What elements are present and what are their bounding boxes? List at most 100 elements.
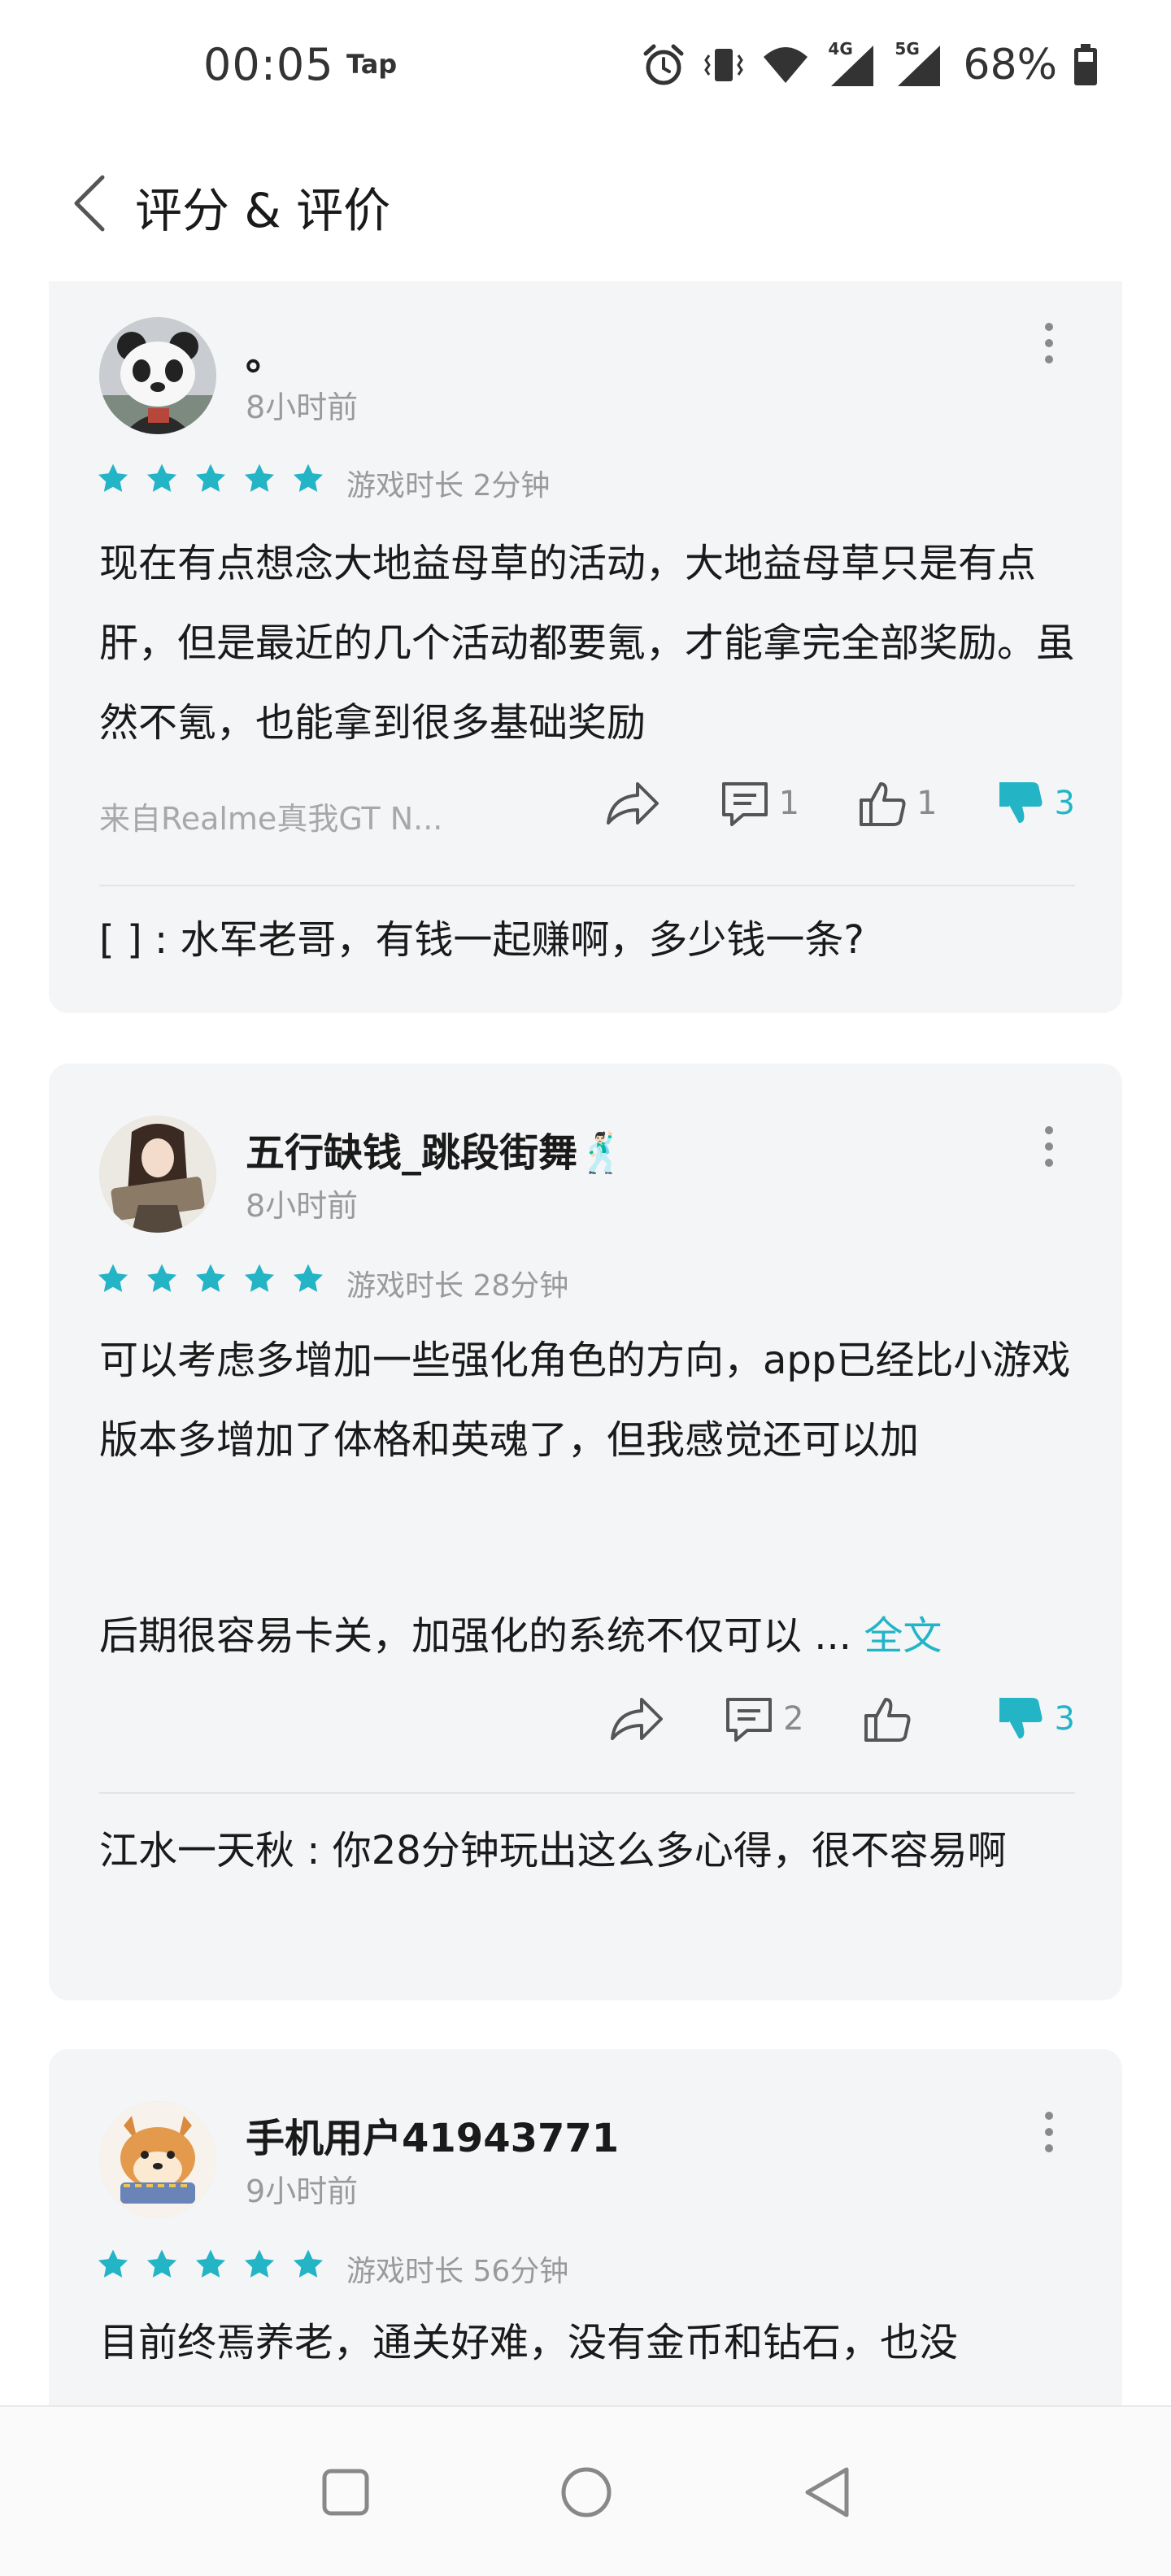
review-actions: 2 3 (551, 1693, 1075, 1745)
post-time: 8小时前 (246, 1188, 359, 1224)
star-icon (146, 1264, 177, 1292)
user-avatar[interactable] (99, 2101, 216, 2218)
more-dot (1045, 355, 1053, 363)
like-button[interactable] (861, 1693, 938, 1745)
star-icon (146, 463, 177, 492)
star-icon (293, 1264, 324, 1292)
review-text-truncated: 后期很容易卡关，加强化的系统不仅可以 ... (99, 1613, 852, 1659)
share-button[interactable] (607, 1693, 666, 1745)
star-icon (146, 2249, 177, 2278)
vibrate-icon (704, 49, 744, 81)
divider (99, 1792, 1075, 1794)
comment-button[interactable]: 2 (723, 1693, 804, 1745)
triangle-back-icon (805, 2467, 849, 2517)
play-time: 游戏时长 56分钟 (346, 2255, 569, 2288)
reply-text[interactable]: 江水一天秋 : 你28分钟玩出这么多心得，很不容易啊 (99, 1812, 1075, 1890)
panda-avatar-icon (99, 317, 216, 434)
more-dot (1045, 339, 1053, 347)
square-icon (322, 2469, 369, 2516)
like-button[interactable]: 1 (856, 777, 938, 829)
more-dot (1045, 2112, 1053, 2120)
thumbs-up-icon (864, 1698, 911, 1742)
more-dot (1045, 2128, 1053, 2136)
star-icon (195, 1264, 226, 1292)
signal-5g-icon: 5G (891, 39, 943, 88)
alarm-icon (643, 44, 684, 85)
star-icon (244, 463, 275, 492)
share-icon (606, 782, 659, 825)
play-time: 游戏时长 28分钟 (346, 1269, 569, 1303)
wifi-icon (764, 47, 808, 83)
more-options-button[interactable] (1025, 311, 1073, 376)
reply-text[interactable]: [ ] : 水军老哥，有钱一起赚啊，多少钱一条? (99, 901, 1075, 979)
circle-icon (561, 2467, 612, 2517)
share-icon (611, 1698, 664, 1740)
more-dot (1045, 323, 1053, 331)
divider (99, 885, 1075, 886)
comment-icon (721, 782, 768, 826)
user-avatar[interactable] (99, 317, 216, 434)
review-actions: 1 1 3 (546, 777, 1075, 829)
more-options-button[interactable] (1025, 1114, 1073, 1179)
star-icon (195, 463, 226, 492)
battery-percent: 68% (963, 41, 1057, 89)
page-title: 评分 & 评价 (135, 183, 391, 238)
more-dot (1045, 1159, 1053, 1167)
back-nav-button[interactable] (790, 2456, 864, 2529)
status-icons: 4G 5G 68% (641, 36, 1099, 94)
network-5g-label: 5G (895, 39, 920, 59)
network-4g-label: 4G (828, 39, 853, 59)
tap-app-icon: Tap (346, 49, 398, 80)
star-icon (98, 2249, 128, 2278)
user-avatar[interactable] (99, 1116, 216, 1233)
system-navigation-bar (0, 2405, 1171, 2576)
star-rating (96, 462, 325, 496)
like-count: 1 (916, 785, 938, 822)
battery-icon (1074, 44, 1097, 85)
review-text[interactable]: 目前终焉养老，通关好难，没有金币和钻石，也没 (99, 2303, 1075, 2382)
review-card: 五行缺钱_跳段街舞🕺🏻 8小时前 游戏时长 28分钟 可以考虑多增加一些强化角色… (49, 1064, 1122, 2000)
back-button[interactable] (57, 171, 122, 236)
home-button[interactable] (550, 2456, 623, 2529)
play-time: 游戏时长 2分钟 (346, 469, 551, 503)
review-text-continued[interactable]: 后期很容易卡关，加强化的系统不仅可以 ... 全文 (99, 1603, 1091, 1660)
review-text[interactable]: 现在有点想念大地益母草的活动，大地益母草只是有点肝，但是最近的几个活动都要氪，才… (99, 524, 1075, 763)
star-icon (293, 463, 324, 492)
comment-icon (726, 1698, 773, 1742)
review-card: 手机用户41943771 9小时前 游戏时长 56分钟 目前终焉养老，通关好难，… (49, 2049, 1122, 2423)
comment-count: 2 (783, 1700, 804, 1738)
more-dot (1045, 1142, 1053, 1151)
star-icon (98, 463, 128, 492)
post-time: 9小时前 (246, 2174, 359, 2209)
thumbs-down-icon (999, 782, 1043, 823)
recent-apps-button[interactable] (309, 2456, 382, 2529)
review-text[interactable]: 可以考虑多增加一些强化角色的方向，app已经比小游戏版本多增加了体格和英魂了，但… (99, 1321, 1075, 1480)
dislike-button[interactable]: 3 (995, 1693, 1075, 1745)
signal-4g-icon: 4G (825, 39, 877, 88)
comment-button[interactable]: 1 (719, 777, 799, 829)
star-icon (244, 1264, 275, 1292)
more-dot (1045, 2144, 1053, 2152)
app-screen: 00:05 Tap 4G 5G 68% 评分 & 评价 。 8小时前 游戏时长 … (0, 0, 1171, 2576)
thumbs-down-icon (999, 1698, 1043, 1738)
comment-count: 1 (778, 785, 800, 822)
dislike-count: 3 (1054, 1700, 1075, 1738)
more-dot (1045, 1126, 1053, 1134)
full-text-link[interactable]: 全文 (864, 1613, 942, 1659)
star-icon (98, 1264, 128, 1292)
header-bar: 评分 & 评价 (0, 146, 1171, 252)
user-name[interactable]: 。 (246, 324, 285, 381)
more-options-button[interactable] (1025, 2100, 1073, 2165)
star-icon (195, 2249, 226, 2278)
status-bar: 00:05 Tap 4G 5G 68% (0, 0, 1171, 130)
user-name[interactable]: 五行缺钱_跳段街舞🕺🏻 (246, 1120, 626, 1177)
dislike-button[interactable]: 3 (995, 777, 1075, 829)
share-button[interactable] (603, 777, 662, 829)
user-name[interactable]: 手机用户41943771 (246, 2106, 619, 2163)
anime-girl-avatar-icon (99, 1116, 216, 1233)
chevron-left-icon (74, 175, 105, 232)
thumbs-up-icon (860, 782, 906, 826)
star-rating (96, 2247, 325, 2282)
shiba-dog-avatar-icon (99, 2101, 216, 2218)
review-card: 。 8小时前 游戏时长 2分钟 现在有点想念大地益母草的活动，大地益母草只是有点… (49, 281, 1122, 1013)
